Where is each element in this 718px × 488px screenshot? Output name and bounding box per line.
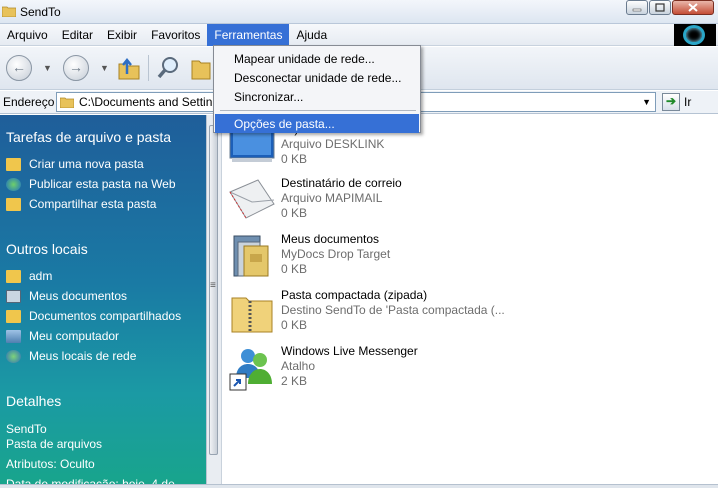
arrow-left-icon: ←: [12, 59, 26, 75]
menu-favoritos[interactable]: Favoritos: [144, 24, 207, 46]
file-list: no) Arquivo DESKLINK 0 KB Destinatário d…: [222, 115, 716, 488]
details-name: SendTo: [6, 422, 47, 436]
list-item[interactable]: Windows Live Messenger Atalho 2 KB: [228, 344, 688, 396]
messenger-icon: [229, 349, 272, 391]
place-label: adm: [29, 269, 53, 283]
task-label: Criar uma nova pasta: [29, 157, 144, 171]
place-label: Meus locais de rede: [29, 349, 137, 363]
file-name: Meus documentos: [281, 232, 380, 246]
search-button[interactable]: [156, 55, 182, 81]
place-shared-documents[interactable]: Documentos compartilhados: [6, 309, 181, 323]
menu-folder-options[interactable]: Opções de pasta...: [215, 114, 419, 133]
file-size: 2 KB: [281, 374, 308, 388]
places-section-title[interactable]: Outros locais: [6, 241, 88, 257]
file-type: Atalho: [281, 359, 316, 373]
file-type: Destino SendTo de 'Pasta compactada (...: [281, 303, 505, 317]
file-name: Destinatário de correio: [281, 176, 402, 190]
task-label: Compartilhar esta pasta: [29, 197, 157, 211]
publish-web-icon: [6, 177, 21, 191]
menu-ferramentas[interactable]: Ferramentas: [207, 24, 290, 46]
details-section-title[interactable]: Detalhes: [6, 393, 61, 409]
task-pane: Tarefas de arquivo e pasta Criar uma nov…: [0, 115, 206, 488]
list-item[interactable]: Destinatário de correio Arquivo MAPIMAIL…: [228, 176, 688, 228]
place-my-computer[interactable]: Meu computador: [6, 329, 119, 343]
back-button[interactable]: ←: [6, 55, 32, 81]
task-publish-web[interactable]: Publicar esta pasta na Web: [6, 177, 176, 191]
my-documents-icon: [6, 289, 21, 303]
task-share-folder[interactable]: Compartilhar esta pasta: [6, 197, 156, 211]
window-bottom-border: [0, 484, 718, 488]
file-size: 0 KB: [281, 262, 308, 276]
menu-synchronize[interactable]: Sincronizar...: [215, 87, 419, 106]
address-dropdown-arrow[interactable]: ▼: [642, 97, 651, 107]
pane-splitter[interactable]: ≡: [206, 115, 222, 488]
menu-separator: [220, 110, 416, 111]
network-places-icon: [6, 349, 21, 363]
my-documents-icon: [233, 235, 269, 277]
mail-envelope-icon: [229, 179, 275, 219]
zip-folder-icon: [231, 297, 273, 333]
details-type: Pasta de arquivos: [6, 437, 103, 451]
title-bar: SendTo: [0, 0, 718, 24]
forward-history-dropdown[interactable]: ▼: [100, 63, 109, 73]
minimize-button[interactable]: [626, 0, 648, 15]
forward-button[interactable]: →: [63, 55, 89, 81]
arrow-right-icon: →: [69, 59, 83, 75]
window-title: SendTo: [20, 5, 61, 19]
place-adm[interactable]: adm: [6, 269, 52, 283]
menu-ajuda[interactable]: Ajuda: [289, 24, 334, 46]
tasks-section-title[interactable]: Tarefas de arquivo e pasta: [6, 129, 171, 145]
folder-icon: [60, 97, 74, 108]
list-item[interactable]: Meus documentos MyDocs Drop Target 0 KB: [228, 232, 688, 284]
place-label: Meus documentos: [29, 289, 128, 303]
shared-docs-icon: [6, 309, 21, 323]
maximize-button[interactable]: [649, 0, 671, 15]
go-label[interactable]: Ir: [684, 95, 691, 109]
list-item[interactable]: Pasta compactada (zipada) Destino SendTo…: [228, 288, 688, 340]
address-value: C:\Documents and Settin: [79, 95, 213, 109]
back-history-dropdown[interactable]: ▼: [43, 63, 52, 73]
maximize-icon: [655, 3, 665, 12]
logo-ring-icon: [683, 25, 705, 45]
minimize-icon: [632, 8, 642, 12]
file-type: Arquivo DESKLINK: [281, 137, 385, 151]
task-new-folder[interactable]: Criar uma nova pasta: [6, 157, 144, 171]
address-label: Endereço: [3, 95, 55, 109]
folder-icon: [2, 6, 16, 17]
details-attributes: Atributos: Oculto: [6, 457, 95, 471]
place-label: Documentos compartilhados: [29, 309, 182, 323]
place-network[interactable]: Meus locais de rede: [6, 349, 136, 363]
close-icon: [688, 3, 698, 12]
menu-exibir[interactable]: Exibir: [100, 24, 144, 46]
file-type: MyDocs Drop Target: [281, 247, 391, 261]
menu-bar: Arquivo Editar Exibir Favoritos Ferramen…: [0, 24, 718, 46]
close-button[interactable]: [672, 0, 714, 15]
toolbar-separator: [148, 55, 149, 81]
folder-icon: [6, 269, 21, 283]
menu-disconnect-network-drive[interactable]: Desconectar unidade de rede...: [215, 68, 419, 87]
menu-arquivo[interactable]: Arquivo: [0, 24, 55, 46]
go-arrow-icon: ➔: [666, 94, 677, 108]
window-controls: [626, 0, 714, 16]
grip-icon: ≡: [210, 280, 216, 291]
file-size: 0 KB: [281, 152, 308, 166]
tools-menu-dropdown: Mapear unidade de rede... Desconectar un…: [213, 45, 421, 133]
menu-editar[interactable]: Editar: [55, 24, 100, 46]
file-name: Pasta compactada (zipada): [281, 288, 428, 302]
file-size: 0 KB: [281, 318, 308, 332]
up-folder-button[interactable]: [116, 55, 142, 81]
folders-button[interactable]: [190, 55, 212, 81]
place-my-documents[interactable]: Meus documentos: [6, 289, 127, 303]
file-name: Windows Live Messenger: [281, 344, 418, 358]
place-label: Meu computador: [29, 329, 120, 343]
share-folder-icon: [6, 197, 21, 211]
file-type: Arquivo MAPIMAIL: [281, 191, 383, 205]
file-size: 0 KB: [281, 206, 308, 220]
menu-map-network-drive[interactable]: Mapear unidade de rede...: [215, 49, 419, 68]
windows-logo-throbber: [674, 24, 716, 46]
my-computer-icon: [6, 329, 21, 343]
task-label: Publicar esta pasta na Web: [29, 177, 176, 191]
new-folder-icon: [6, 157, 21, 171]
go-button[interactable]: ➔: [662, 93, 680, 111]
